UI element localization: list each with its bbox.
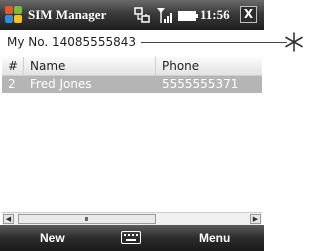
sim-manager-screen: SIM Manager 11:56 X My No. 14085555843 #… xyxy=(0,0,264,251)
callout-line xyxy=(141,42,287,43)
title-bar: SIM Manager 11:56 X xyxy=(0,0,264,30)
asterisk-icon xyxy=(285,32,303,52)
scroll-right-icon[interactable]: ▶ xyxy=(250,214,261,224)
scrollbar-thumb[interactable] xyxy=(18,214,156,224)
contact-name: Fred Jones xyxy=(30,77,92,91)
menu-softkey[interactable]: Menu xyxy=(199,231,230,245)
windows-start-icon[interactable] xyxy=(5,6,23,24)
app-title: SIM Manager xyxy=(28,7,107,22)
signal-icon[interactable] xyxy=(156,6,174,24)
column-header-phone[interactable]: Phone xyxy=(156,57,262,75)
column-header-index[interactable]: # xyxy=(2,57,24,75)
contact-phone: 5555555371 xyxy=(162,77,239,91)
list-header: # Name Phone xyxy=(2,57,262,76)
soft-key-bar: New Menu xyxy=(0,225,264,251)
column-header-name[interactable]: Name xyxy=(24,57,156,75)
scroll-left-icon[interactable]: ◀ xyxy=(3,214,14,224)
battery-icon[interactable] xyxy=(178,11,198,21)
scrollbar-grip-icon xyxy=(85,217,88,221)
connectivity-icon[interactable] xyxy=(133,6,151,24)
keyboard-icon[interactable] xyxy=(121,231,141,244)
contact-list-empty-area[interactable] xyxy=(2,93,262,209)
contact-row[interactable]: 2 Fred Jones 5555555371 xyxy=(2,76,262,93)
horizontal-scrollbar[interactable]: ◀ ▶ xyxy=(2,212,262,225)
close-button[interactable]: X xyxy=(240,6,257,23)
my-number-label: My No. 14085555843 xyxy=(7,35,136,49)
new-softkey[interactable]: New xyxy=(40,231,65,245)
contact-index: 2 xyxy=(8,77,16,91)
clock[interactable]: 11:56 xyxy=(200,7,230,23)
